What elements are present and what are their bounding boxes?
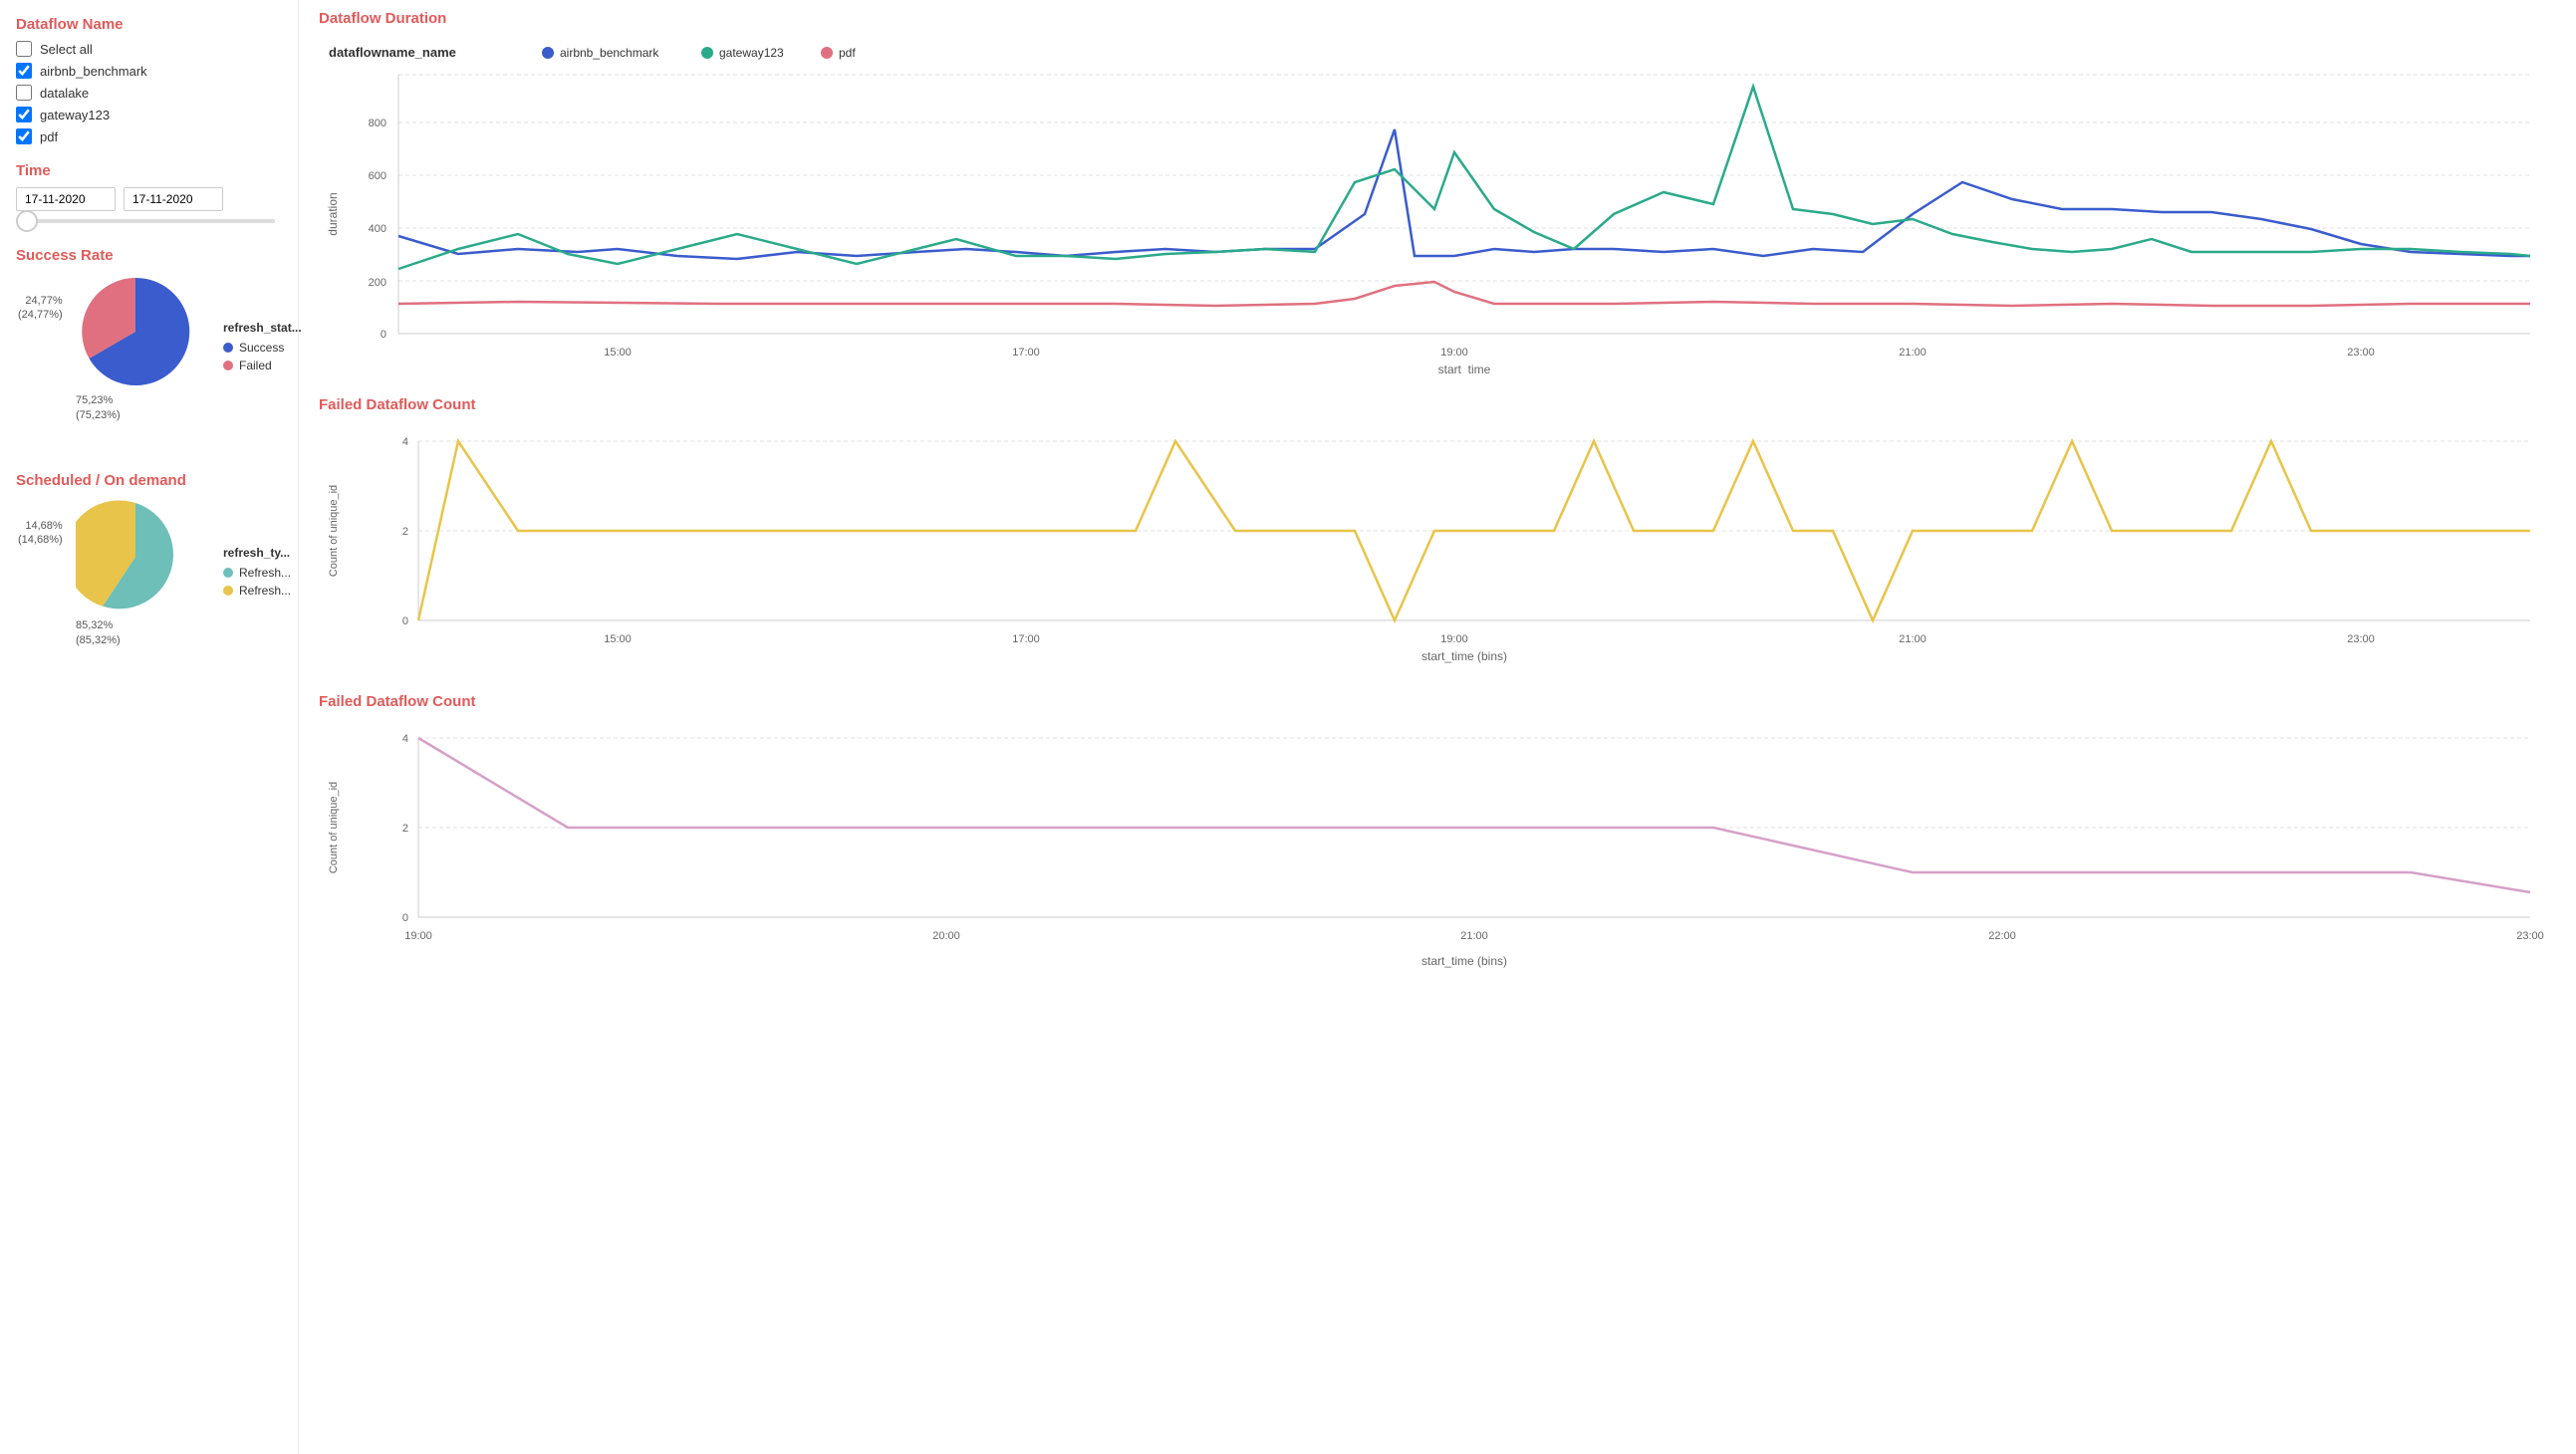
svg-text:23:00: 23:00 xyxy=(2347,633,2375,645)
scheduled-legend-title: refresh_ty... xyxy=(223,546,291,560)
svg-text:19:00: 19:00 xyxy=(404,930,432,942)
time-title: Time xyxy=(16,162,282,179)
scheduled-legend-refresh1: Refresh... xyxy=(223,566,291,580)
svg-text:Count of unique_id: Count of unique_id xyxy=(328,485,340,577)
success-label-top: 24,77% (24,77%) xyxy=(18,294,63,323)
main-content: Dataflow Duration dataflowname_name airb… xyxy=(299,0,2576,1454)
scheduled-title: Scheduled / On demand xyxy=(16,472,282,489)
svg-text:0: 0 xyxy=(402,615,408,627)
dataflow-name-title: Dataflow Name xyxy=(16,16,282,33)
svg-text:0: 0 xyxy=(402,912,408,924)
svg-text:22:00: 22:00 xyxy=(1988,930,2016,942)
cb-airbnb-label: airbnb_benchmark xyxy=(40,64,147,79)
cb-pdf-input[interactable] xyxy=(16,128,32,144)
refresh1-label: Refresh... xyxy=(239,566,291,580)
scheduled-legend-refresh2: Refresh... xyxy=(223,584,291,598)
duration-legend-label: dataflowname_name xyxy=(329,45,456,60)
svg-text:23:00: 23:00 xyxy=(2516,930,2544,942)
scheduled-label-bottom: 85,32% (85,32%) xyxy=(76,618,121,647)
cb-pdf-label: pdf xyxy=(40,129,58,144)
cb-airbnb-input[interactable] xyxy=(16,63,32,79)
success-legend-failed: Failed xyxy=(223,359,302,372)
svg-text:4: 4 xyxy=(402,733,408,745)
svg-text:21:00: 21:00 xyxy=(1899,347,1927,359)
scheduled-legend: refresh_ty... Refresh... Refresh... xyxy=(223,546,291,602)
success-rate-pie-container: 24,77% (24,77%) 75,23% (75,23%) xyxy=(16,272,282,424)
refresh1-dot xyxy=(223,568,233,578)
svg-text:airbnb_benchmark: airbnb_benchmark xyxy=(560,46,659,60)
svg-text:400: 400 xyxy=(369,223,386,235)
cb-datalake-input[interactable] xyxy=(16,85,32,101)
failed-count-chart1-block: Failed Dataflow Count 0 2 4 Count of uni… xyxy=(319,396,2556,673)
success-legend-success: Success xyxy=(223,341,302,355)
svg-text:200: 200 xyxy=(369,277,386,289)
select-all-label: Select all xyxy=(40,42,93,57)
slider-track xyxy=(16,219,275,223)
success-rate-title: Success Rate xyxy=(16,247,282,264)
duration-chart-title: Dataflow Duration xyxy=(319,10,2556,27)
svg-text:21:00: 21:00 xyxy=(1460,930,1488,942)
svg-text:4: 4 xyxy=(402,436,408,448)
date-from-input[interactable] xyxy=(16,187,116,211)
time-slider[interactable] xyxy=(16,219,282,223)
svg-text:start_time (bins): start_time (bins) xyxy=(1421,954,1507,968)
svg-text:2: 2 xyxy=(402,526,408,538)
failed-label: Failed xyxy=(239,359,272,372)
svg-text:Count of unique_id: Count of unique_id xyxy=(328,782,340,873)
scheduled-label-top: 14,68% (14,68%) xyxy=(18,519,63,548)
success-legend: refresh_stat... Success Failed xyxy=(223,321,302,376)
select-all-checkbox[interactable] xyxy=(16,41,32,57)
date-to-input[interactable] xyxy=(124,187,223,211)
failed-count-chart1-svg: 0 2 4 Count of unique_id 15:00 17:00 19:… xyxy=(319,421,2550,670)
svg-text:15:00: 15:00 xyxy=(604,633,632,645)
success-dot xyxy=(223,343,233,353)
svg-text:20:00: 20:00 xyxy=(932,930,960,942)
success-pie-chart xyxy=(76,272,195,391)
svg-text:800: 800 xyxy=(369,118,386,129)
svg-text:start_time: start_time xyxy=(1438,363,1491,373)
failed-count-chart2-block: Failed Dataflow Count 0 2 4 Count of uni… xyxy=(319,693,2556,980)
svg-text:0: 0 xyxy=(381,329,386,341)
svg-text:17:00: 17:00 xyxy=(1012,347,1040,359)
success-label-bottom: 75,23% (75,23%) xyxy=(76,393,121,422)
select-all-item[interactable]: Select all xyxy=(16,41,282,57)
cb-gateway[interactable]: gateway123 xyxy=(16,107,282,122)
svg-text:21:00: 21:00 xyxy=(1899,633,1927,645)
cb-pdf[interactable]: pdf xyxy=(16,128,282,144)
scheduled-pie-chart xyxy=(76,497,195,616)
svg-text:19:00: 19:00 xyxy=(1440,633,1468,645)
svg-text:start_time (bins): start_time (bins) xyxy=(1421,649,1507,663)
failed-count-chart2-title: Failed Dataflow Count xyxy=(319,693,2556,710)
svg-text:600: 600 xyxy=(369,170,386,182)
svg-text:17:00: 17:00 xyxy=(1012,633,1040,645)
svg-text:2: 2 xyxy=(402,823,408,835)
scheduled-pie-container: 14,68% (14,68%) 85,32% (85,32%) xyxy=(16,497,282,649)
success-label: Success xyxy=(239,341,284,355)
cb-airbnb[interactable]: airbnb_benchmark xyxy=(16,63,282,79)
cb-datalake[interactable]: datalake xyxy=(16,85,282,101)
refresh2-dot xyxy=(223,586,233,596)
failed-count-chart2-svg: 0 2 4 Count of unique_id 19:00 20:00 21:… xyxy=(319,718,2550,977)
svg-text:19:00: 19:00 xyxy=(1440,347,1468,359)
cb-gateway-label: gateway123 xyxy=(40,108,110,122)
cb-gateway-input[interactable] xyxy=(16,107,32,122)
failed-dot xyxy=(223,361,233,370)
slider-thumb[interactable] xyxy=(16,210,38,232)
duration-chart-svg: dataflowname_name airbnb_benchmark gatew… xyxy=(319,35,2550,373)
cb-datalake-label: datalake xyxy=(40,86,89,101)
svg-text:duration: duration xyxy=(326,192,340,235)
failed-count-chart1-title: Failed Dataflow Count xyxy=(319,396,2556,413)
duration-chart-block: Dataflow Duration dataflowname_name airb… xyxy=(319,10,2556,376)
svg-text:gateway123: gateway123 xyxy=(719,46,784,60)
svg-text:15:00: 15:00 xyxy=(604,347,632,359)
svg-text:23:00: 23:00 xyxy=(2347,347,2375,359)
svg-text:pdf: pdf xyxy=(839,46,856,60)
refresh2-label: Refresh... xyxy=(239,584,291,598)
success-legend-title: refresh_stat... xyxy=(223,321,302,335)
